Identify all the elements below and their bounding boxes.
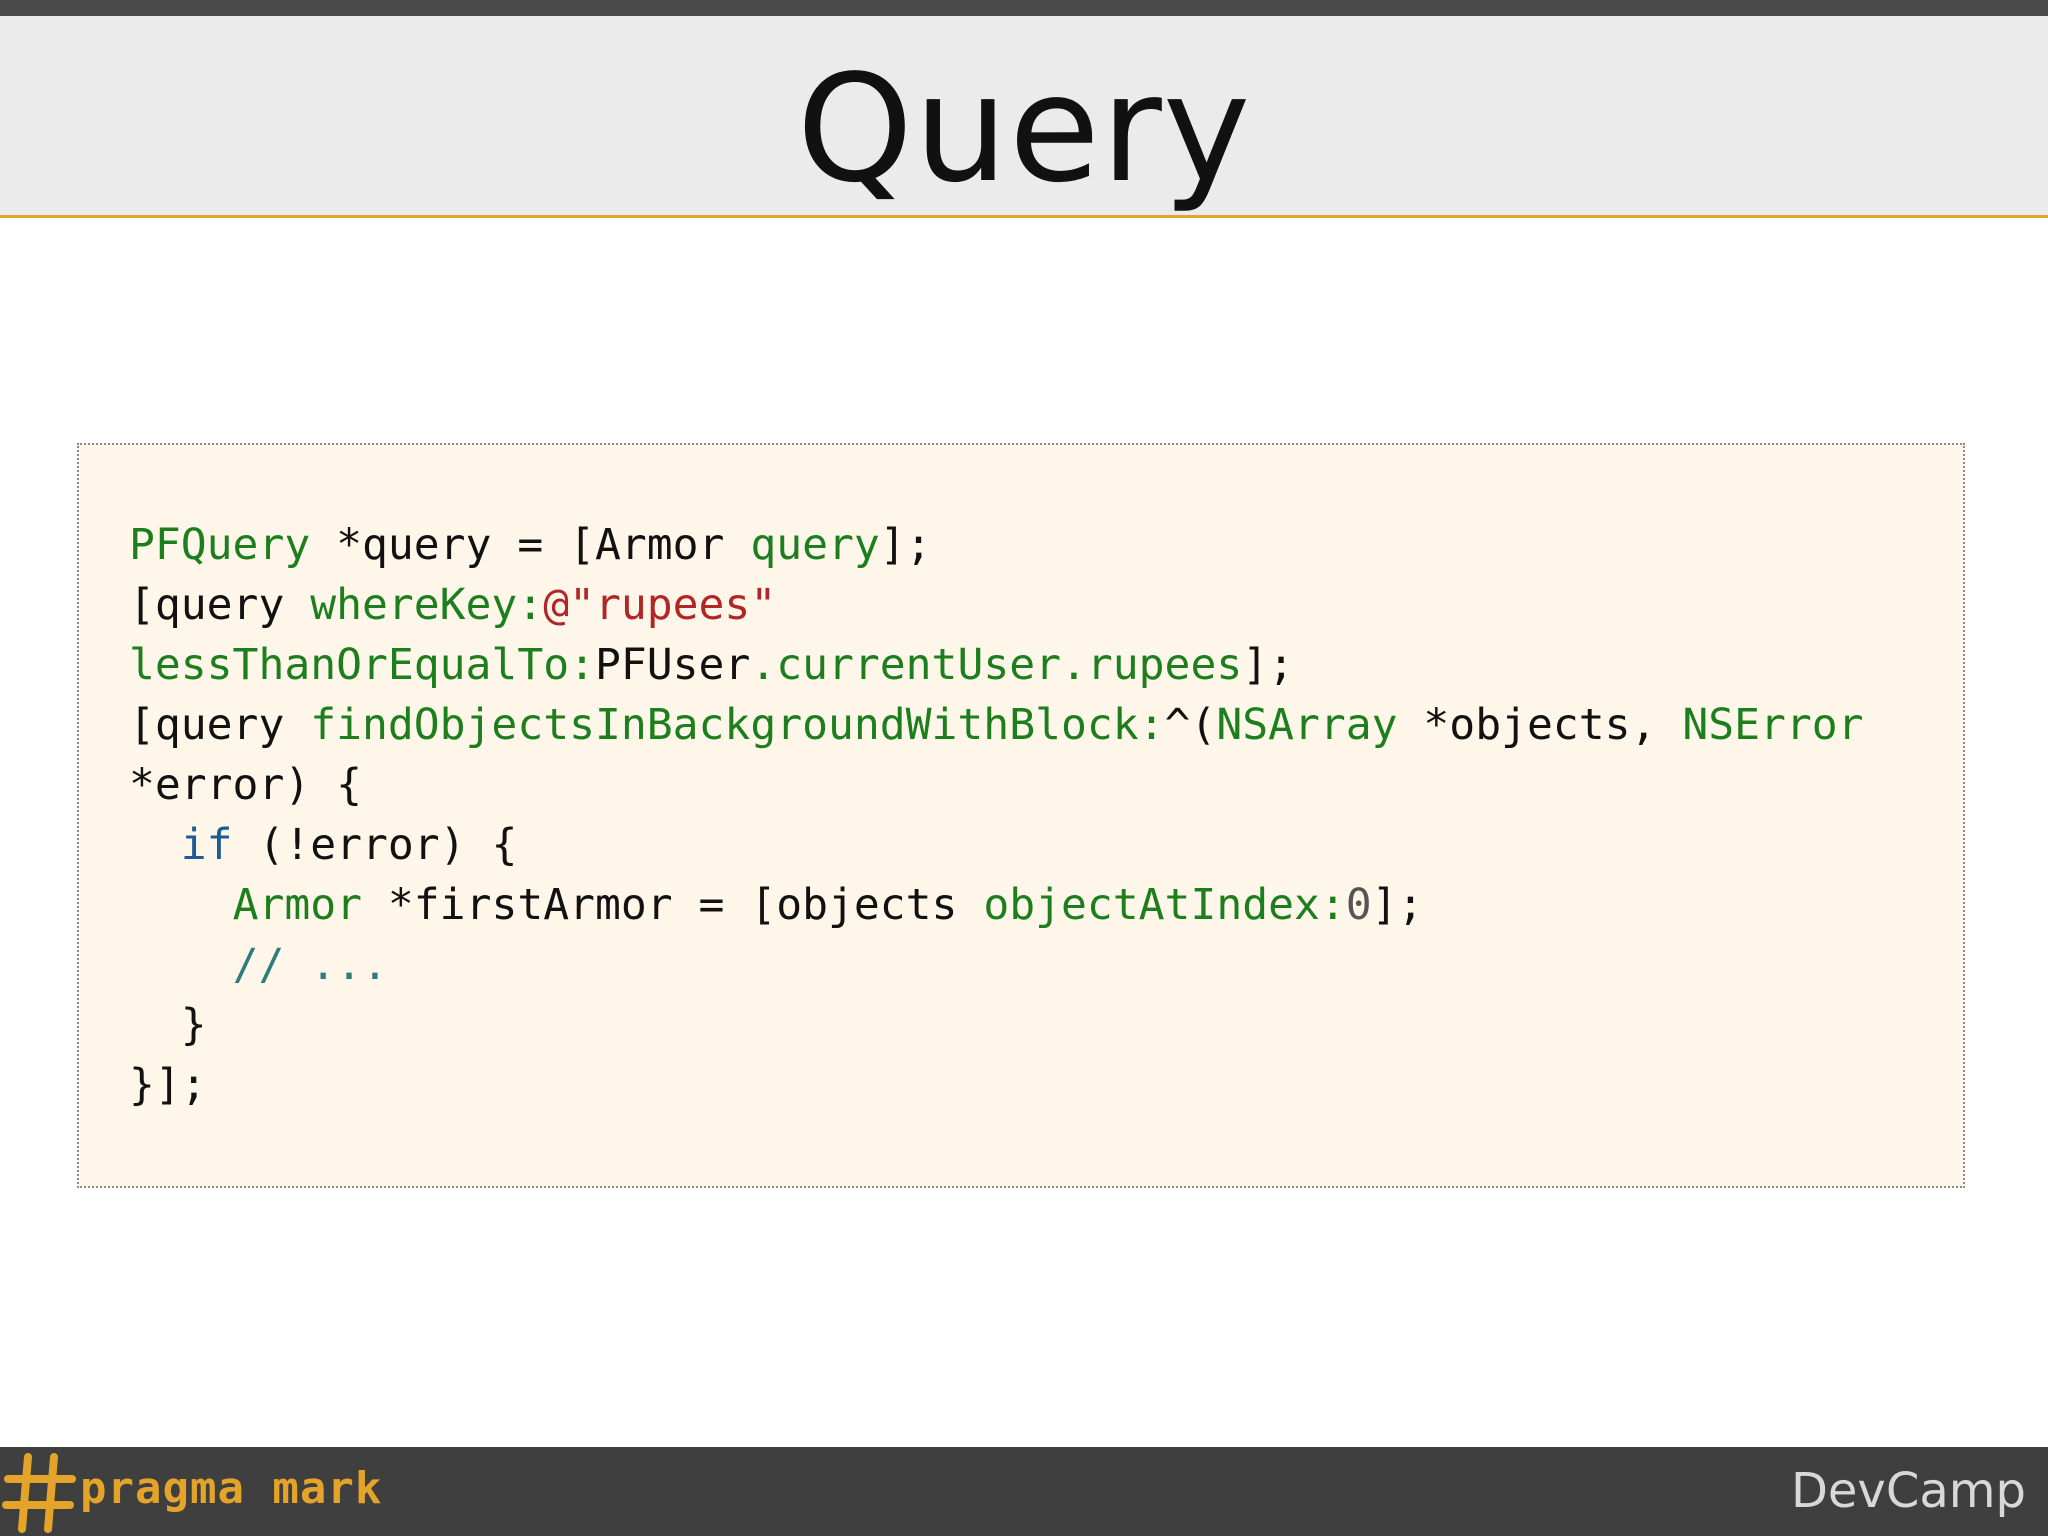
token-string: @"rupees": [543, 580, 777, 630]
token-number: 0: [1345, 880, 1372, 930]
token-type: NSError: [1682, 700, 1864, 750]
slide-header: Query: [0, 16, 2048, 218]
slide-footer: pragma mark DevCamp: [0, 1447, 2048, 1536]
token-text: }: [129, 1000, 207, 1050]
token-text: *firstArmor = [objects: [362, 880, 984, 930]
token-text: *query = [Armor: [310, 520, 751, 570]
token-method: query: [750, 520, 880, 570]
code-line-5: *error) {: [129, 760, 362, 810]
token-method: objectAtIndex:: [983, 880, 1346, 930]
token-type: PFQuery: [129, 520, 311, 570]
pragma-mark-logo: pragma mark: [0, 1447, 382, 1536]
token-text: (!error) {: [232, 820, 518, 870]
token-text: PFUser: [595, 640, 751, 690]
code-listing: PFQuery *query = [Armor query]; [query w…: [129, 515, 1864, 1115]
code-line-2: [query whereKey:@"rupees": [129, 580, 776, 630]
code-line-10: }];: [129, 1060, 207, 1110]
token-text: ];: [879, 520, 932, 570]
logo-text: pragma mark: [80, 1463, 383, 1514]
slide: Query PFQuery *query = [Armor query]; [q…: [0, 0, 2048, 1536]
token-property: .currentUser.rupees: [750, 640, 1243, 690]
token-text: ];: [1371, 880, 1424, 930]
token-keyword: if: [180, 820, 233, 870]
code-line-7: Armor *firstArmor = [objects objectAtInd…: [129, 880, 1424, 930]
hash-icon: [2, 1453, 76, 1533]
token-text: *error) {: [129, 760, 362, 810]
token-text: ^(: [1164, 700, 1217, 750]
token-method: findObjectsInBackgroundWithBlock:: [310, 700, 1165, 750]
code-line-6: if (!error) {: [129, 820, 518, 870]
top-bar: [0, 0, 2048, 16]
token-text: *objects,: [1397, 700, 1683, 750]
code-line-8: // ...: [129, 940, 388, 990]
code-line-9: }: [129, 1000, 207, 1050]
token-type: NSArray: [1216, 700, 1398, 750]
token-text: [query: [129, 580, 311, 630]
token-text: [query: [129, 700, 311, 750]
brand-name: DevCamp: [1790, 1463, 2026, 1519]
code-line-3: lessThanOrEqualTo:PFUser.currentUser.rup…: [129, 640, 1294, 690]
token-comment: // ...: [232, 940, 388, 990]
token-method: lessThanOrEqualTo:: [129, 640, 595, 690]
token-text: }];: [129, 1060, 207, 1110]
token-method: whereKey:: [310, 580, 544, 630]
code-block: PFQuery *query = [Armor query]; [query w…: [77, 443, 1965, 1188]
slide-title: Query: [796, 43, 1252, 215]
code-line-4: [query findObjectsInBackgroundWithBlock:…: [129, 700, 1864, 750]
token-type: Armor: [232, 880, 363, 930]
code-line-1: PFQuery *query = [Armor query];: [129, 520, 932, 570]
token-text: ];: [1242, 640, 1295, 690]
